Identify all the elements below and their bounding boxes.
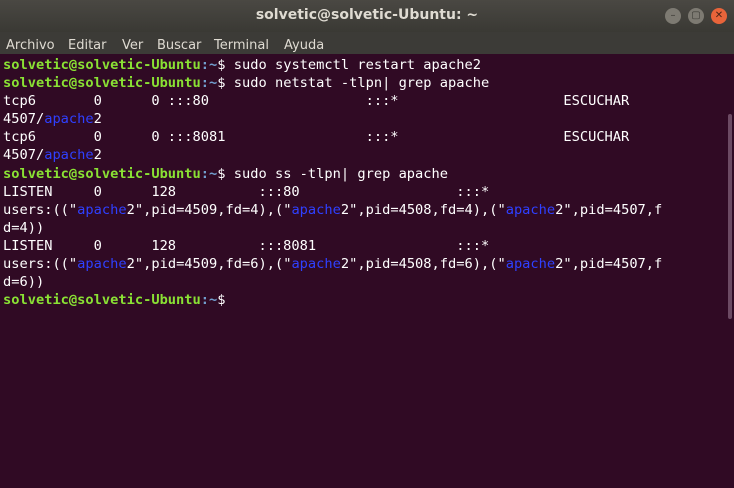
terminal-output[interactable]: solvetic@solvetic-Ubuntu:~$ sudo systemc…: [3, 56, 718, 488]
output-line: 4507/apache2: [3, 110, 718, 128]
grep-match: apache: [44, 147, 94, 164]
output-text: LISTEN 0 128 :::80 :::*: [3, 183, 490, 200]
prompt-user-host: solvetic@solvetic-Ubuntu: [3, 75, 201, 92]
prompt-user-host: solvetic@solvetic-Ubuntu: [3, 292, 201, 309]
prompt-symbol: $: [217, 75, 226, 92]
output-text: 2",pid=4508,fd=6),(": [340, 256, 506, 273]
output-text: 2",pid=4507,f: [555, 201, 663, 218]
prompt-line: solvetic@solvetic-Ubuntu:~$ sudo systemc…: [3, 56, 718, 74]
menu-ver[interactable]: Ver: [122, 35, 143, 53]
prompt-symbol: $: [217, 292, 226, 309]
menu-editar[interactable]: Editar: [68, 35, 107, 53]
output-text: 2",pid=4507,f: [555, 256, 663, 273]
output-line: d=6)): [3, 273, 718, 291]
output-text: tcp6 0 0 :::80 :::* ESCUCHAR: [3, 93, 630, 110]
prompt-line: solvetic@solvetic-Ubuntu:~$ sudo netstat…: [3, 74, 718, 92]
prompt-line: solvetic@solvetic-Ubuntu:~$: [3, 291, 718, 309]
command-text: sudo systemctl restart apache2: [225, 57, 481, 73]
grep-match: apache: [77, 201, 127, 218]
grep-match: apache: [77, 256, 127, 273]
output-line: tcp6 0 0 :::8081 :::* ESCUCHAR: [3, 128, 718, 146]
minimize-button[interactable]: –: [665, 8, 681, 24]
output-text: tcp6 0 0 :::8081 :::* ESCUCHAR: [3, 129, 630, 146]
menu-ayuda[interactable]: Ayuda: [284, 35, 324, 53]
output-text: d=6)): [3, 274, 45, 291]
window-title: solvetic@solvetic-Ubuntu: ~: [255, 7, 479, 23]
output-text: 4507/: [3, 111, 45, 128]
grep-match: apache: [291, 201, 341, 218]
output-text: users:((": [3, 256, 78, 273]
menu-archivo[interactable]: Archivo: [6, 35, 55, 53]
menu-bar: Archivo Editar Ver Buscar Terminal Ayuda: [0, 32, 734, 54]
output-line: users:(("apache2",pid=4509,fd=6),("apach…: [3, 255, 718, 273]
output-line: d=4)): [3, 219, 718, 237]
output-text: 2: [93, 111, 102, 128]
output-text: users:((": [3, 201, 78, 218]
menu-buscar[interactable]: Buscar: [157, 35, 201, 53]
prompt-symbol: $: [217, 165, 226, 182]
close-button[interactable]: ✕: [711, 8, 727, 24]
command-text: sudo netstat -tlpn| grep apache: [225, 75, 490, 92]
prompt-path: :~: [200, 57, 218, 73]
maximize-button[interactable]: ▢: [688, 8, 704, 24]
prompt-line: solvetic@solvetic-Ubuntu:~$ sudo ss -tlp…: [3, 165, 718, 183]
grep-match: apache: [505, 201, 556, 218]
output-text: 4507/: [3, 147, 45, 164]
output-line: LISTEN 0 128 :::8081 :::*: [3, 237, 718, 255]
menu-terminal[interactable]: Terminal: [214, 35, 269, 53]
output-text: 2",pid=4509,fd=6),(": [126, 256, 292, 273]
prompt-user-host: solvetic@solvetic-Ubuntu: [3, 57, 201, 73]
grep-match: apache: [291, 256, 341, 273]
output-line: 4507/apache2: [3, 146, 718, 164]
prompt-path: :~: [200, 292, 218, 309]
prompt-user-host: solvetic@solvetic-Ubuntu: [3, 165, 201, 182]
scrollbar-thumb[interactable]: [728, 114, 732, 319]
prompt-symbol: $: [217, 57, 226, 73]
prompt-path: :~: [200, 75, 218, 92]
output-line: LISTEN 0 128 :::80 :::*: [3, 183, 718, 201]
output-text: d=4)): [3, 219, 45, 236]
output-text: 2: [93, 147, 102, 164]
command-text: sudo ss -tlpn| grep apache: [225, 165, 449, 182]
output-text: LISTEN 0 128 :::8081 :::*: [3, 237, 490, 254]
prompt-path: :~: [200, 165, 218, 182]
output-text: 2",pid=4509,fd=4),(": [126, 201, 292, 218]
output-line: tcp6 0 0 :::80 :::* ESCUCHAR: [3, 92, 718, 110]
terminal-window: solvetic@solvetic-Ubuntu: ~ – ▢ ✕ Archiv…: [0, 0, 734, 488]
output-text: 2",pid=4508,fd=4),(": [340, 201, 506, 218]
title-bar[interactable]: solvetic@solvetic-Ubuntu: ~ – ▢ ✕: [0, 0, 734, 32]
grep-match: apache: [44, 111, 94, 128]
scrollbar[interactable]: [722, 56, 734, 488]
output-line: users:(("apache2",pid=4509,fd=4),("apach…: [3, 201, 718, 219]
grep-match: apache: [505, 256, 556, 273]
